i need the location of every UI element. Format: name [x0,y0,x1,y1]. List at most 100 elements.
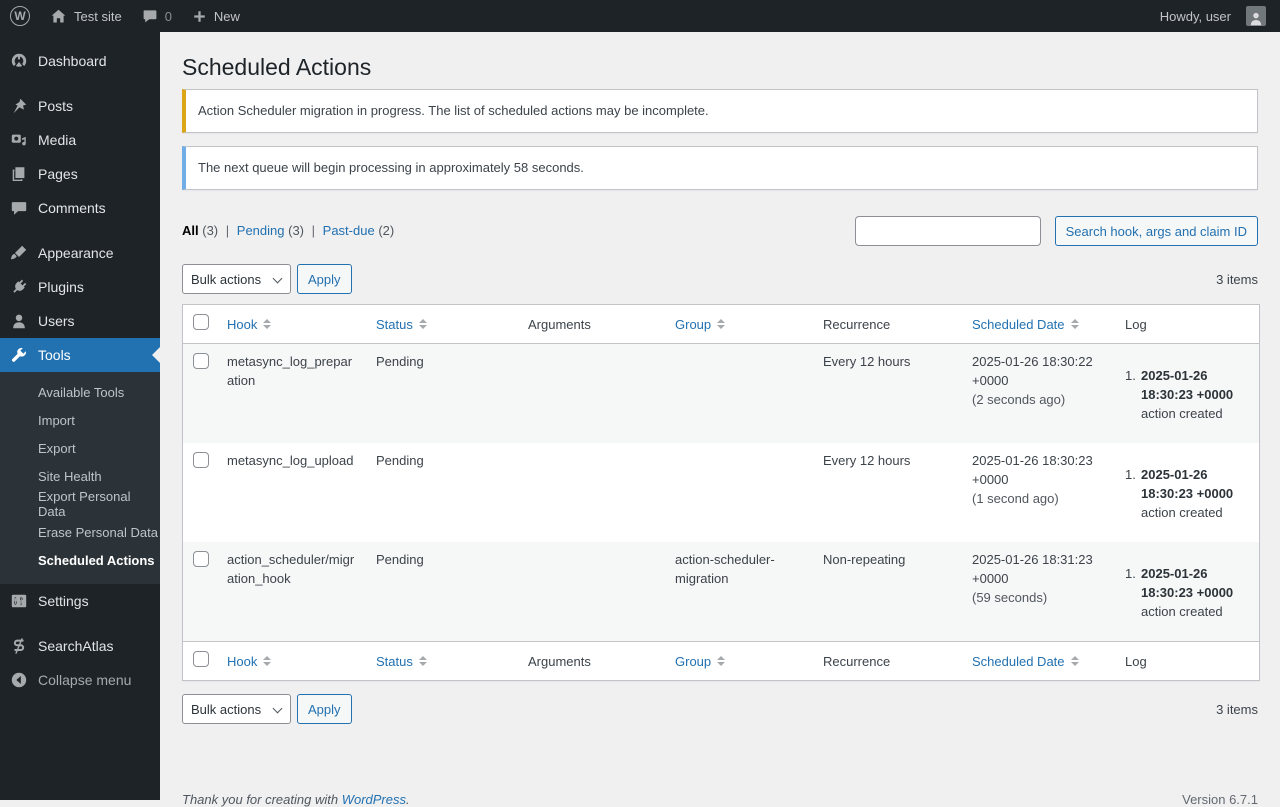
column-footer-arguments: Arguments [518,641,665,680]
sort-status-link[interactable]: Status [376,315,427,334]
sidebar-item-searchatlas[interactable]: SearchAtlas [0,629,160,663]
cell-arguments [518,344,665,443]
sidebar-item-label: Users [38,313,75,329]
apply-button[interactable]: Apply [297,264,352,294]
warning-notice-text: Action Scheduler migration in progress. … [198,103,709,118]
sidebar-item-pages[interactable]: Pages [0,157,160,191]
new-content-button[interactable]: New [182,0,250,32]
sort-arrows-icon [419,319,427,329]
submenu-erase-personal-data[interactable]: Erase Personal Data [0,518,160,546]
site-name-link[interactable]: Test site [40,0,132,32]
scheduled-date: 2025-01-26 18:31:23 +0000 [972,550,1105,588]
log-text: action created [1141,604,1223,619]
sidebar-item-label: Posts [38,98,73,114]
cell-group [665,344,813,443]
column-header-group: Group [665,305,813,344]
cell-log: 1. 2025-01-26 18:30:23 +0000 action crea… [1115,542,1259,641]
table-row: metasync_log_upload Pending Every 12 hou… [183,443,1259,542]
submenu-available-tools[interactable]: Available Tools [0,378,160,406]
sort-arrows-icon [263,319,271,329]
column-header-log: Log [1115,305,1259,344]
info-notice-text: The next queue will begin processing in … [198,160,584,175]
sidebar-item-users[interactable]: Users [0,304,160,338]
sidebar-item-posts[interactable]: Posts [0,89,160,123]
sort-arrows-icon [717,656,725,666]
comments-link[interactable]: 0 [132,0,182,32]
admin-bar: W Test site 0 New Howdy, user [0,0,1280,32]
cell-log: 1. 2025-01-26 18:30:23 +0000 action crea… [1115,344,1259,443]
scheduled-ago: (1 second ago) [972,489,1105,508]
cell-group: action-scheduler-migration [665,542,813,641]
sidebar-item-comments[interactable]: Comments [0,191,160,225]
filter-pending-count: (3) [288,223,304,238]
queue-info-notice: The next queue will begin processing in … [182,146,1258,190]
filter-past-due[interactable]: Past-due [323,223,375,238]
apply-button-bottom[interactable]: Apply [297,694,352,724]
sidebar-item-media[interactable]: Media [0,123,160,157]
items-count-bottom: 3 items [1216,702,1258,717]
wordpress-menu-button[interactable]: W [0,0,40,32]
sort-arrows-icon [1071,319,1079,329]
searchatlas-icon [9,637,29,655]
filter-separator: | [312,223,315,238]
bulk-actions-select-wrap: Bulk actions [182,264,291,294]
row-checkbox[interactable] [193,551,209,567]
sort-arrows-icon [1071,656,1079,666]
row-checkbox[interactable] [193,353,209,369]
sort-hook-link[interactable]: Hook [227,315,271,334]
sort-status-link[interactable]: Status [376,652,427,671]
log-index: 1. [1125,366,1141,423]
sidebar-item-plugins[interactable]: Plugins [0,270,160,304]
column-header-recurrence: Recurrence [813,305,962,344]
sidebar-item-appearance[interactable]: Appearance [0,236,160,270]
bulk-actions-select[interactable]: Bulk actions [182,264,291,294]
wordpress-logo-icon: W [10,6,30,26]
search-input[interactable] [855,216,1041,246]
cell-arguments [518,443,665,542]
collapse-menu-button[interactable]: Collapse menu [0,663,160,697]
cell-hook: metasync_log_preparation [217,344,366,443]
cell-status: Pending [366,344,518,443]
sidebar-item-label: Appearance [38,245,114,261]
filter-all-count: (3) [202,223,218,238]
sidebar-item-label: Tools [38,347,71,363]
sidebar-item-settings[interactable]: Settings [0,584,160,618]
select-all-checkbox[interactable] [193,314,209,330]
settings-sliders-icon [9,592,29,610]
submenu-export-personal-data[interactable]: Export Personal Data [0,490,160,518]
sidebar-item-label: Comments [38,200,106,216]
log-text: action created [1141,505,1223,520]
cell-arguments [518,542,665,641]
row-checkbox[interactable] [193,452,209,468]
cell-recurrence: Non-repeating [813,542,962,641]
migration-warning-notice: Action Scheduler migration in progress. … [182,89,1258,133]
status-filter-list: All (3) | Pending (3) | Past-due (2) [182,216,394,238]
footer-select-all-cell [183,641,217,680]
collapse-menu-label: Collapse menu [38,672,131,688]
sidebar-item-dashboard[interactable]: Dashboard [0,44,160,78]
filter-pending[interactable]: Pending [237,223,285,238]
search-submit-button[interactable]: Search hook, args and claim ID [1055,216,1258,246]
submenu-import[interactable]: Import [0,406,160,434]
sidebar-item-label: Plugins [38,279,84,295]
sort-group-link[interactable]: Group [675,315,725,334]
select-all-checkbox[interactable] [193,651,209,667]
submenu-site-health[interactable]: Site Health [0,462,160,490]
cell-log: 1. 2025-01-26 18:30:23 +0000 action crea… [1115,443,1259,542]
column-header-hook: Hook [217,305,366,344]
comments-count: 0 [165,9,172,24]
column-header-arguments: Arguments [518,305,665,344]
sidebar-item-label: Pages [38,166,78,182]
sort-scheduled-date-link[interactable]: Scheduled Date [972,652,1079,671]
bulk-actions-select-bottom[interactable]: Bulk actions [182,694,291,724]
submenu-scheduled-actions[interactable]: Scheduled Actions [0,546,160,574]
sort-hook-link[interactable]: Hook [227,652,271,671]
dashboard-icon [9,52,29,70]
cell-recurrence: Every 12 hours [813,344,962,443]
filter-all[interactable]: All [182,223,199,238]
sort-scheduled-date-link[interactable]: Scheduled Date [972,315,1079,334]
submenu-export[interactable]: Export [0,434,160,462]
sort-group-link[interactable]: Group [675,652,725,671]
my-account-menu[interactable]: Howdy, user [1150,0,1280,32]
sidebar-item-tools[interactable]: Tools [0,338,160,372]
